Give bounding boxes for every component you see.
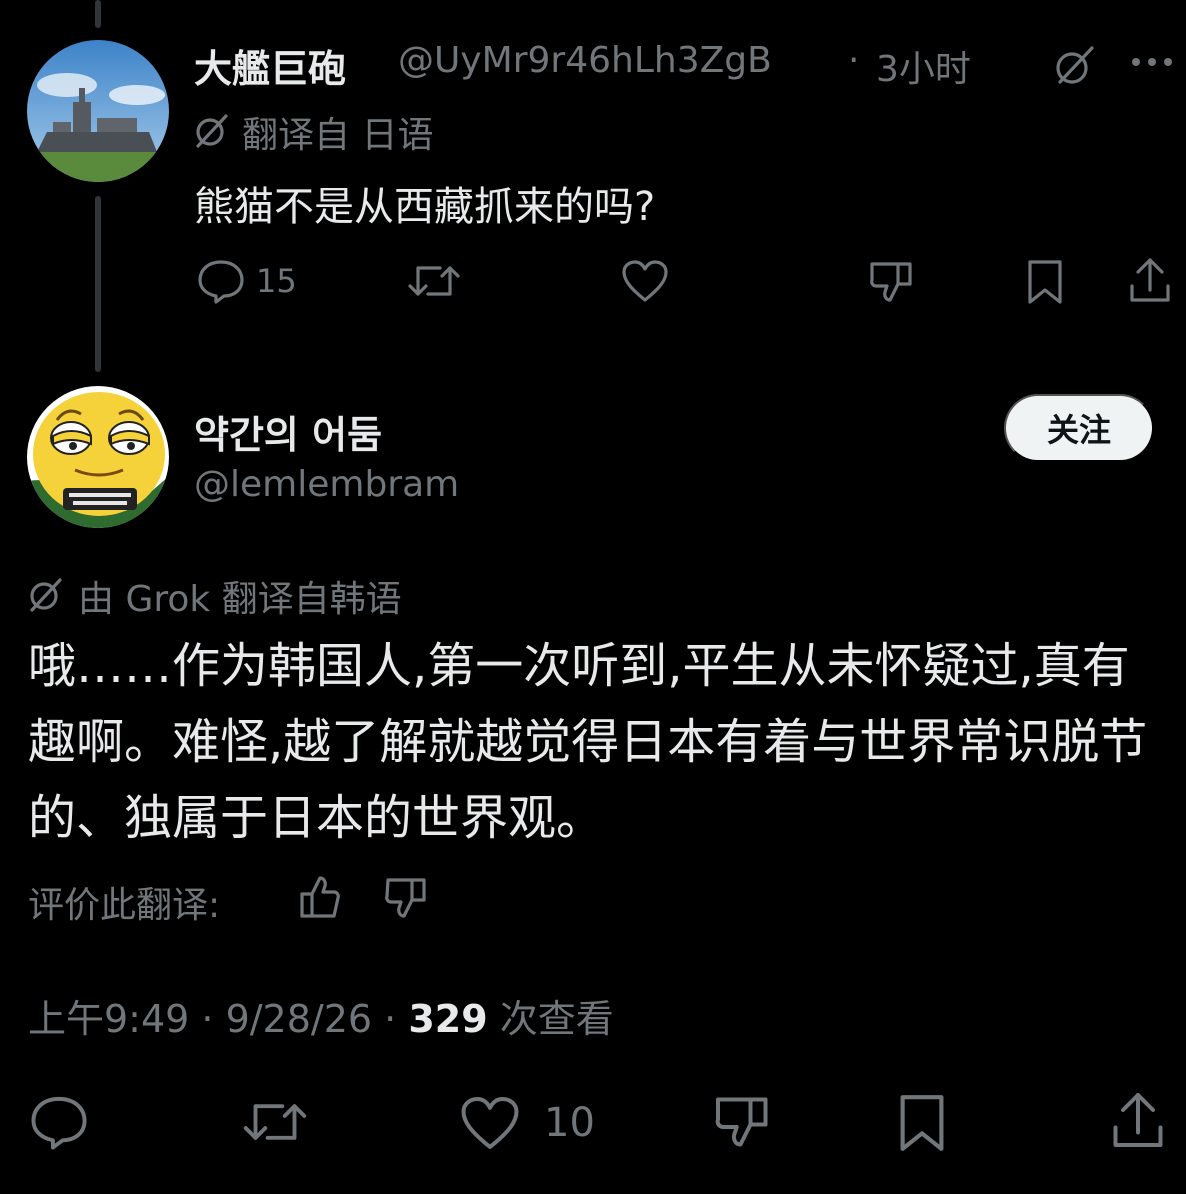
translate-icon-main	[28, 576, 64, 612]
bookmark-icon	[1028, 260, 1062, 304]
bookmark-icon	[900, 1095, 944, 1151]
main-like-button[interactable]: 10	[458, 1094, 595, 1152]
main-bookmark-button[interactable]	[894, 1092, 950, 1154]
parent-separator: ·	[848, 40, 860, 81]
retweet-icon	[243, 1104, 307, 1140]
avatar-parent[interactable]	[27, 40, 169, 182]
main-tweet-text: 哦……作为韩国人,第一次听到,平生从未怀疑过,真有趣啊。难怪,越了解就越觉得日本…	[28, 638, 1148, 846]
main-handle[interactable]: @lemlembram	[194, 464, 459, 505]
follow-button[interactable]: 关注	[1004, 394, 1154, 462]
translation-thumbs-down-button[interactable]	[384, 876, 428, 922]
reply-icon	[198, 260, 244, 304]
tweet-metadata: 上午9:49 · 9/28/26 · 329 次查看	[28, 988, 614, 1043]
bookmark-button[interactable]	[1024, 258, 1066, 306]
retweet-icon	[408, 266, 460, 296]
main-dislike-button[interactable]	[712, 1092, 774, 1152]
more-icon[interactable]	[1130, 56, 1174, 68]
rate-translation-label: 评价此翻译:	[28, 885, 221, 926]
like-button[interactable]	[620, 258, 670, 304]
parent-translation-note[interactable]: 翻译自 日语	[242, 106, 433, 158]
translate-icon	[194, 112, 230, 148]
parent-display-name[interactable]: 大艦巨砲	[194, 38, 346, 93]
dislike-icon	[870, 262, 912, 302]
thread-connector	[95, 196, 101, 372]
main-translation-note[interactable]: 由 Grok 翻译自韩语	[78, 570, 402, 622]
like-count: 10	[544, 1100, 595, 1146]
reply-button[interactable]: 15	[196, 258, 297, 304]
share-icon	[1113, 1093, 1163, 1147]
thumbs-up-icon	[300, 876, 340, 918]
reply-icon	[31, 1096, 87, 1150]
main-reply-button[interactable]	[28, 1094, 90, 1150]
dislike-button[interactable]	[868, 258, 916, 306]
main-share-button[interactable]	[1108, 1090, 1168, 1150]
thread-connector-top	[95, 0, 101, 28]
main-display-name[interactable]: 약간의 어둠	[194, 404, 382, 459]
share-icon	[1130, 258, 1170, 302]
share-button[interactable]	[1126, 256, 1174, 304]
retweet-button[interactable]	[406, 258, 462, 304]
view-label: 次查看	[499, 997, 614, 1041]
view-count: 329	[408, 997, 488, 1041]
reply-count: 15	[256, 262, 297, 300]
like-icon	[622, 260, 668, 302]
dislike-icon	[715, 1097, 768, 1147]
avatar-main[interactable]	[27, 386, 169, 528]
parent-tweet-text: 熊猫不是从西藏抓来的吗?	[194, 184, 656, 230]
parent-handle[interactable]: @UyMr9r46hLh3ZgB	[398, 40, 772, 81]
main-retweet-button[interactable]	[240, 1094, 310, 1150]
like-icon	[461, 1097, 519, 1149]
grok-icon[interactable]	[1052, 44, 1096, 88]
thumbs-down-icon	[385, 878, 426, 918]
parent-timestamp[interactable]: 3小时	[876, 40, 971, 92]
translation-thumbs-up-button[interactable]	[298, 874, 342, 920]
tweet-timestamp[interactable]: 上午9:49 · 9/28/26 ·	[28, 997, 396, 1041]
